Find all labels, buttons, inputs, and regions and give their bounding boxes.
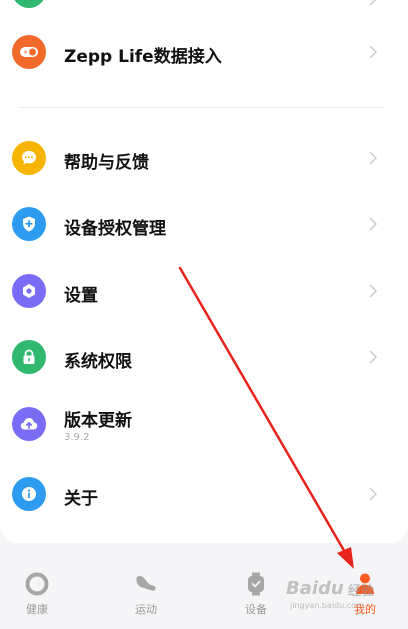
chevron-right-icon [369, 284, 377, 298]
menu-item-help-feedback[interactable]: 帮助与反馈 [0, 128, 408, 188]
chat-bubble-icon [12, 141, 46, 175]
chevron-right-icon [369, 350, 377, 364]
chevron-right-icon [369, 45, 377, 59]
menu-item-label: 帮助与反馈 [64, 153, 149, 173]
chevron-right-icon [369, 0, 377, 6]
menu-item-label: 关于 [64, 489, 98, 509]
tab-label: 健康 [26, 603, 48, 616]
menu-item-label: 设备授权管理 [64, 219, 166, 239]
tab-health[interactable]: 健康 [0, 555, 77, 629]
tab-label: 运动 [135, 603, 157, 616]
tab-sport[interactable]: 运动 [106, 555, 186, 629]
bottom-tab-bar: 健康 运动 设备 我的 [0, 555, 408, 629]
partial-menu-icon [12, 0, 46, 8]
chevron-right-icon [369, 151, 377, 165]
chevron-right-icon [369, 487, 377, 501]
menu-item-zepp-life[interactable]: Zepp Life数据接入 [0, 22, 408, 82]
menu-item-label: 系统权限 [64, 352, 132, 372]
version-number: 3.9.2 [64, 432, 90, 443]
menu-item-device-authorization[interactable]: 设备授权管理 [0, 194, 408, 254]
section-divider [18, 107, 384, 108]
toggle-icon [12, 35, 46, 69]
menu-item-label: 版本更新 [64, 411, 132, 431]
shield-plus-icon [12, 207, 46, 241]
shoe-icon [136, 576, 156, 591]
tab-device[interactable]: 设备 [216, 555, 296, 629]
menu-item-label: Zepp Life数据接入 [64, 47, 222, 67]
lock-icon [12, 340, 46, 374]
profile-icon [356, 573, 374, 594]
tab-label: 我的 [354, 603, 376, 616]
menu-item-about[interactable]: 关于 [0, 464, 408, 524]
ring-icon [25, 572, 49, 596]
tab-label: 设备 [245, 603, 267, 616]
cloud-upload-icon [12, 407, 46, 441]
menu-item-settings[interactable]: 设置 [0, 261, 408, 321]
profile-screen: Zepp Life数据接入 帮助与反馈 设备授权管理 设置 系统权限 版本更新 … [0, 0, 408, 629]
menu-item-system-permissions[interactable]: 系统权限 [0, 327, 408, 387]
menu-item-version-update[interactable]: 版本更新 3.9.2 [0, 394, 408, 464]
menu-item-label: 设置 [64, 286, 98, 306]
tab-profile[interactable]: 我的 [325, 555, 405, 629]
menu-card: Zepp Life数据接入 帮助与反馈 设备授权管理 设置 系统权限 版本更新 … [0, 0, 408, 543]
watch-icon [248, 572, 264, 596]
hexagon-icon [12, 274, 46, 308]
info-icon [12, 477, 46, 511]
chevron-right-icon [369, 217, 377, 231]
